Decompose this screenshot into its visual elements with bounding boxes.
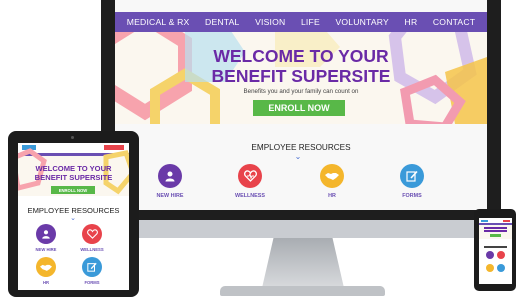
heart-icon [82,224,102,244]
person-icon [36,224,56,244]
resource-label: FORMS [402,193,422,199]
nav-item-hr[interactable]: HR [405,17,418,27]
nav-item-medical[interactable]: MEDICAL & RX [127,17,190,27]
person-icon [158,164,182,188]
tablet-employee-resources-title: EMPLOYEE RESOURCES [27,206,120,215]
tablet-resource-new-hire[interactable]: NEW HIRE [31,224,61,252]
nav-item-voluntary[interactable]: VOLUNTARY [335,17,389,27]
tablet-hero-title-line1: WELCOME TO YOUR [35,164,112,173]
hero-banner: WELCOME TO YOUR BENEFIT SUPERSITE Benefi… [115,32,487,124]
resource-label: NEW HIRE [35,247,57,252]
tablet-camera [71,136,74,139]
hero-title-line2: BENEFIT SUPERSITE [211,66,391,86]
chevron-down-icon: ⌄ [294,152,302,161]
phone-page-preview [479,218,512,284]
monitor-chin [101,220,501,238]
monitor-stand [262,238,344,288]
tablet-hero-title-line2: BENEFIT SUPERSITE [34,173,113,182]
hero-subtitle: Benefits you and your family can count o… [243,88,359,95]
nav-item-life[interactable]: LIFE [301,17,320,27]
main-nav: MEDICAL & RX DENTAL VISION LIFE VOLUNTAR… [115,12,487,32]
tablet-screen: WELCOME TO YOUR BENEFIT SUPERSITE ENROLL… [18,143,129,290]
tablet-enroll-now-button[interactable]: ENROLL NOW [51,186,95,194]
nav-item-dental[interactable]: DENTAL [205,17,239,27]
tablet-resource-hr[interactable]: HR [31,257,61,285]
nav-item-contact[interactable]: CONTACT [433,17,475,27]
employee-resources-title: EMPLOYEE RESOURCES [251,143,351,152]
tablet-resource-wellness[interactable]: WELLNESS [77,224,107,252]
resource-label: WELLNESS [235,193,265,199]
resource-label: WELLNESS [80,247,104,252]
resource-label: HR [328,193,336,199]
desktop-screen: MEDICAL & RX DENTAL VISION LIFE VOLUNTAR… [115,0,487,210]
resource-label: HR [42,280,50,285]
heart-icon [497,251,505,259]
tablet-resource-forms[interactable]: FORMS [77,257,107,285]
heart-icon [238,164,262,188]
handshake-icon [36,257,56,277]
edit-icon [82,257,102,277]
resource-new-hire[interactable]: NEW HIRE [145,164,195,199]
handshake-icon [320,164,344,188]
resource-hr[interactable]: HR [307,164,357,199]
resource-forms[interactable]: FORMS [387,164,437,199]
enroll-now-button[interactable]: ENROLL NOW [253,100,345,116]
resource-label: NEW HIRE [156,193,184,199]
hero-title-line1: WELCOME TO YOUR [213,46,389,66]
edit-icon [400,164,424,188]
resource-wellness[interactable]: WELLNESS [225,164,275,199]
chevron-down-icon: ⌄ [70,215,76,222]
resource-label: FORMS [84,280,100,285]
handshake-icon [486,264,494,272]
person-icon [486,251,494,259]
edit-icon [497,264,505,272]
monitor-base [220,286,385,296]
phone-screen [479,218,512,284]
nav-item-vision[interactable]: VISION [255,17,285,27]
